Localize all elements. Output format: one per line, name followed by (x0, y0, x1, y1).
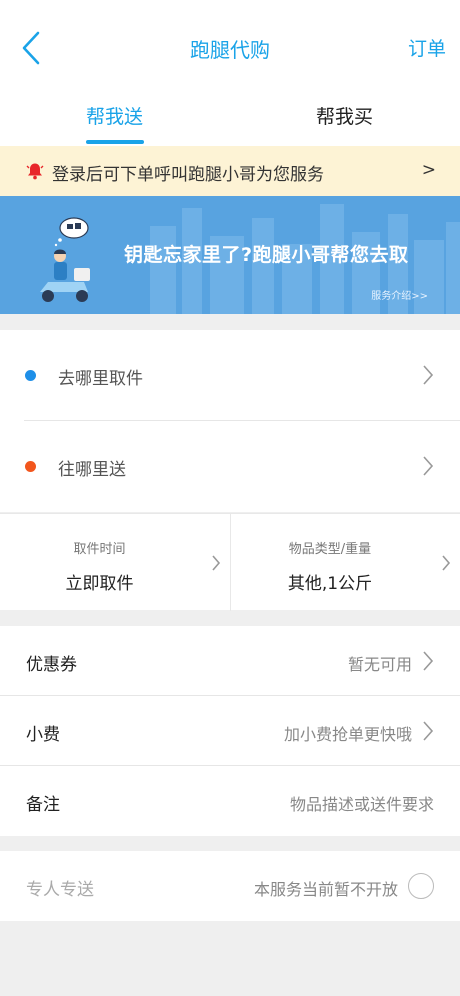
pickup-time-value: 立即取件 (65, 574, 134, 594)
promo-banner[interactable]: 钥匙忘家里了?跑腿小哥帮您去取 服务介绍>> (0, 196, 460, 314)
chevron-right-icon (423, 651, 434, 671)
item-type-caption: 物品类型/重量 (288, 542, 372, 557)
pickup-details-card: 取件时间 立即取件 物品类型/重量 其他,1公斤 (0, 513, 460, 611)
tip-label: 小费 (26, 725, 60, 745)
pickup-address-row[interactable]: 去哪里取件 (0, 330, 460, 420)
chevron-right-icon (423, 721, 434, 741)
pickup-dot-icon (25, 370, 36, 381)
pickup-address-label: 去哪里取件 (58, 369, 143, 389)
delivery-rider-illustration (40, 217, 90, 302)
dedicated-delivery-radio[interactable] (408, 873, 434, 899)
chevron-right-icon (212, 555, 221, 571)
service-tabs: 帮我送 帮我买 (0, 96, 460, 146)
top-bar: 跑腿代购 订单 (0, 0, 460, 96)
active-tab-indicator (86, 140, 144, 144)
tip-row[interactable]: 小费 加小费抢单更快哦 (0, 696, 460, 766)
coupon-value: 暂无可用 (347, 655, 412, 674)
address-card: 去哪里取件 往哪里送 (0, 330, 460, 512)
coupon-row[interactable]: 优惠券 暂无可用 (0, 626, 460, 696)
dedicated-delivery-row[interactable]: 专人专送 本服务当前暂不开放 (0, 851, 460, 921)
chevron-right-icon (423, 365, 434, 385)
bell-icon (26, 163, 44, 180)
item-type-weight-selector[interactable]: 物品类型/重量 其他,1公斤 (230, 514, 459, 611)
dedicated-delivery-status: 本服务当前暂不开放 (253, 880, 398, 899)
order-options-card: 优惠券 暂无可用 小费 加小费抢单更快哦 备注 物品描述或送件要求 (0, 626, 460, 836)
tab-buy-for-me[interactable]: 帮我买 (316, 102, 373, 129)
item-type-value: 其他,1公斤 (287, 574, 373, 594)
tab-send-for-me[interactable]: 帮我送 (86, 102, 143, 129)
pickup-time-selector[interactable]: 取件时间 立即取件 (0, 514, 229, 611)
orders-button[interactable]: 订单 (408, 34, 446, 61)
login-notice-text: 登录后可下单呼叫跑腿小哥为您服务 (52, 165, 324, 185)
delivery-address-row[interactable]: 往哪里送 (0, 421, 460, 511)
dedicated-delivery-label: 专人专送 (26, 880, 94, 900)
coupon-label: 优惠券 (26, 655, 77, 675)
notice-arrow-icon: > (421, 160, 436, 180)
remark-row[interactable]: 备注 物品描述或送件要求 (0, 766, 460, 836)
remark-placeholder: 物品描述或送件要求 (289, 795, 434, 814)
banner-headline: 钥匙忘家里了?跑腿小哥帮您去取 (124, 244, 409, 266)
tip-value: 加小费抢单更快哦 (283, 725, 412, 744)
service-intro-link[interactable]: 服务介绍>> (371, 287, 428, 302)
pickup-time-caption: 取件时间 (73, 542, 126, 557)
remark-label: 备注 (26, 795, 60, 815)
login-notice-bar[interactable]: 登录后可下单呼叫跑腿小哥为您服务 > (0, 146, 460, 196)
delivery-address-label: 往哪里送 (58, 460, 126, 480)
page-title: 跑腿代购 (190, 38, 270, 62)
delivery-dot-icon (25, 461, 36, 472)
chevron-right-icon (423, 456, 434, 476)
chevron-right-icon (442, 555, 451, 571)
